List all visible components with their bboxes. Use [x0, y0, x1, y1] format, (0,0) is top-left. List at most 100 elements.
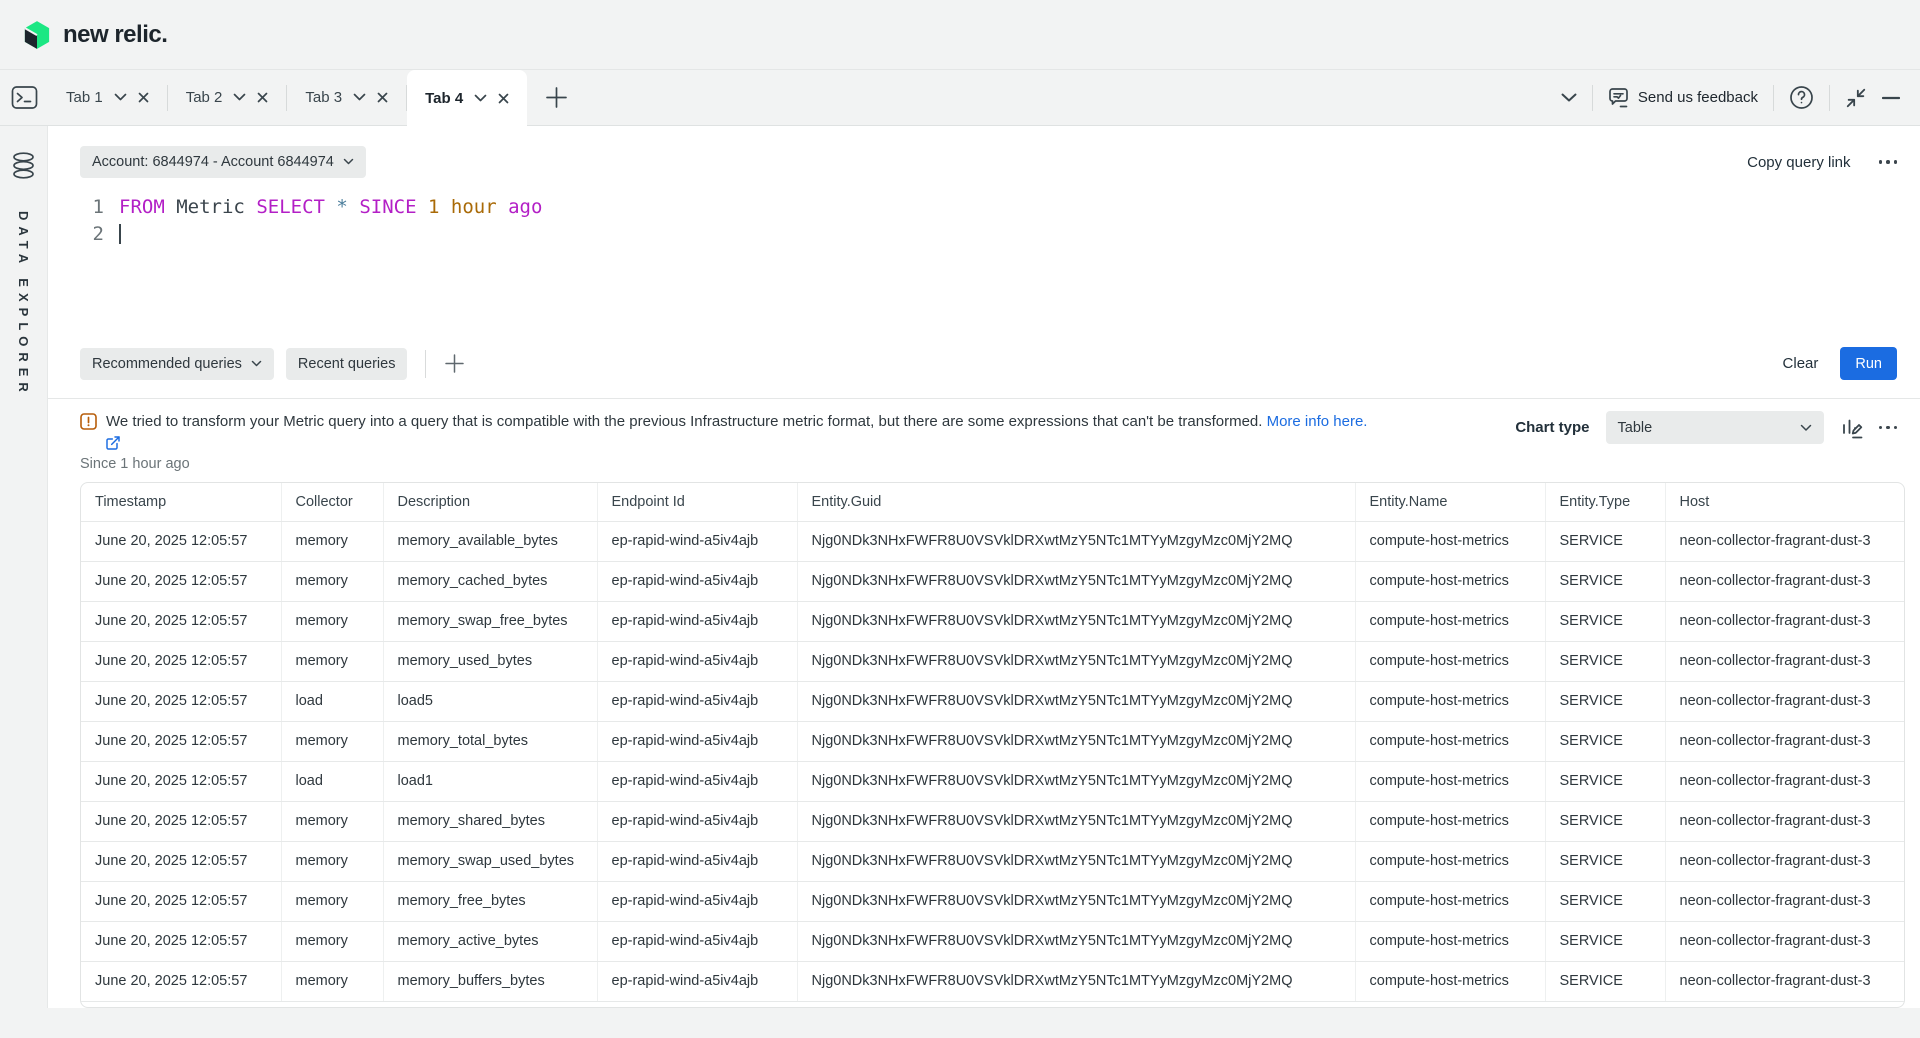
table-cell: memory — [281, 801, 383, 841]
clear-button[interactable]: Clear — [1783, 355, 1819, 372]
table-cell: SERVICE — [1545, 961, 1665, 1001]
query-token: SELECT — [256, 196, 325, 218]
table-cell: ep-rapid-wind-a5iv4ajb — [597, 841, 797, 881]
tab-3[interactable]: Tab 3 — [287, 70, 406, 125]
query-line-1: 1 FROM Metric SELECT * SINCE 1 hour ago — [80, 194, 1905, 221]
table-cell: ep-rapid-wind-a5iv4ajb — [597, 721, 797, 761]
add-query-tab-button[interactable] — [444, 353, 465, 374]
column-header[interactable]: Timestamp — [81, 483, 281, 521]
chart-controls: Chart type Table — [1515, 411, 1905, 444]
table-cell: June 20, 2025 12:05:57 — [81, 961, 281, 1001]
collapse-icon[interactable] — [1845, 87, 1867, 109]
chevron-down-icon[interactable] — [114, 93, 127, 102]
more-info-link[interactable]: More info here. — [1267, 413, 1368, 430]
table-cell: memory — [281, 561, 383, 601]
feedback-icon — [1608, 87, 1630, 108]
table-cell: memory — [281, 881, 383, 921]
table-cell: compute-host-metrics — [1355, 801, 1545, 841]
chevron-down-icon[interactable] — [353, 93, 366, 102]
tab-2[interactable]: Tab 2 — [168, 70, 287, 125]
tab-label: Tab 3 — [305, 89, 342, 106]
column-header[interactable]: Entity.Name — [1355, 483, 1545, 521]
account-row: Account: 6844974 - Account 6844974 Copy … — [80, 146, 1905, 178]
query-console-toggle[interactable] — [0, 70, 48, 125]
column-header[interactable]: Entity.Guid — [797, 483, 1355, 521]
table-cell: load5 — [383, 681, 597, 721]
query-builder: Account: 6844974 - Account 6844974 Copy … — [48, 126, 1920, 398]
table-cell: ep-rapid-wind-a5iv4ajb — [597, 801, 797, 841]
query-code-line[interactable]: FROM Metric SELECT * SINCE 1 hour ago — [119, 194, 542, 221]
add-tab-button[interactable] — [527, 70, 586, 125]
table-cell: compute-host-metrics — [1355, 841, 1545, 881]
run-button[interactable]: Run — [1840, 347, 1897, 380]
chevron-down-icon[interactable] — [1561, 93, 1577, 103]
table-cell: June 20, 2025 12:05:57 — [81, 721, 281, 761]
table-cell: SERVICE — [1545, 561, 1665, 601]
more-icon[interactable] — [1879, 160, 1898, 164]
account-selector[interactable]: Account: 6844974 - Account 6844974 — [80, 146, 366, 178]
table-cell: memory_shared_bytes — [383, 801, 597, 841]
column-header[interactable]: Host — [1665, 483, 1904, 521]
table-cell: memory_total_bytes — [383, 721, 597, 761]
table-cell: neon-collector-fragrant-dust-3 — [1665, 721, 1904, 761]
column-header[interactable]: Endpoint Id — [597, 483, 797, 521]
close-icon[interactable] — [138, 92, 149, 103]
recent-queries-button[interactable]: Recent queries — [286, 348, 408, 380]
more-icon[interactable] — [1879, 426, 1898, 430]
recommended-queries-button[interactable]: Recommended queries — [80, 348, 274, 380]
query-actions: Copy query link — [1747, 154, 1905, 171]
table-row: June 20, 2025 12:05:57loadload5ep-rapid-… — [81, 681, 1904, 721]
table-cell: ep-rapid-wind-a5iv4ajb — [597, 921, 797, 961]
table-cell: neon-collector-fragrant-dust-3 — [1665, 641, 1904, 681]
close-icon[interactable] — [257, 92, 268, 103]
table-cell: compute-host-metrics — [1355, 921, 1545, 961]
query-line-2: 2 — [80, 221, 1905, 248]
chevron-down-icon[interactable] — [233, 93, 246, 102]
table-cell: Njg0NDk3NHxFWFR8U0VSVklDRXwtMzY5NTc1MTYy… — [797, 961, 1355, 1001]
close-icon[interactable] — [498, 93, 509, 104]
minimize-icon[interactable] — [1882, 96, 1900, 100]
main-content: DATA EXPLORER Account: 6844974 - Account… — [0, 126, 1920, 1008]
table-cell: June 20, 2025 12:05:57 — [81, 761, 281, 801]
send-feedback-button[interactable]: Send us feedback — [1608, 87, 1758, 108]
table-cell: ep-rapid-wind-a5iv4ajb — [597, 561, 797, 601]
close-icon[interactable] — [377, 92, 388, 103]
table-cell: SERVICE — [1545, 641, 1665, 681]
table-cell: memory_active_bytes — [383, 921, 597, 961]
table-cell: compute-host-metrics — [1355, 561, 1545, 601]
query-token: hour — [451, 196, 497, 218]
column-header[interactable]: Entity.Type — [1545, 483, 1665, 521]
tab-4-active[interactable]: Tab 4 — [407, 70, 527, 126]
chart-type-value: Table — [1618, 420, 1653, 436]
divider — [1592, 85, 1593, 111]
tabbar-right-controls: Send us feedback — [1561, 70, 1920, 125]
table-cell: SERVICE — [1545, 761, 1665, 801]
copy-query-link-button[interactable]: Copy query link — [1747, 154, 1850, 171]
plus-icon — [545, 86, 568, 109]
help-icon[interactable] — [1789, 85, 1814, 110]
column-header[interactable]: Description — [383, 483, 597, 521]
table-cell: compute-host-metrics — [1355, 761, 1545, 801]
table-cell: compute-host-metrics — [1355, 961, 1545, 1001]
table-cell: compute-host-metrics — [1355, 681, 1545, 721]
results-table: TimestampCollectorDescriptionEndpoint Id… — [81, 483, 1904, 1002]
table-cell: Njg0NDk3NHxFWFR8U0VSVklDRXwtMzY5NTc1MTYy… — [797, 601, 1355, 641]
tab-1[interactable]: Tab 1 — [48, 70, 167, 125]
table-row: June 20, 2025 12:05:57memorymemory_swap_… — [81, 841, 1904, 881]
table-row: June 20, 2025 12:05:57memorymemory_activ… — [81, 921, 1904, 961]
line-number: 1 — [80, 194, 104, 221]
chevron-down-icon[interactable] — [474, 94, 487, 103]
table-cell: ep-rapid-wind-a5iv4ajb — [597, 641, 797, 681]
chart-type-select[interactable]: Table — [1606, 411, 1824, 444]
query-token: 1 — [428, 196, 439, 218]
query-editor[interactable]: 1 FROM Metric SELECT * SINCE 1 hour ago … — [80, 194, 1905, 248]
table-cell: June 20, 2025 12:05:57 — [81, 521, 281, 561]
chart-edit-icon[interactable] — [1840, 416, 1863, 440]
new-relic-logo-icon — [22, 20, 52, 50]
query-results: We tried to transform your Metric query … — [48, 398, 1920, 1008]
external-link-icon[interactable] — [105, 435, 121, 451]
table-cell: neon-collector-fragrant-dust-3 — [1665, 761, 1904, 801]
results-header: We tried to transform your Metric query … — [80, 411, 1905, 472]
database-icon[interactable] — [11, 152, 36, 179]
column-header[interactable]: Collector — [281, 483, 383, 521]
